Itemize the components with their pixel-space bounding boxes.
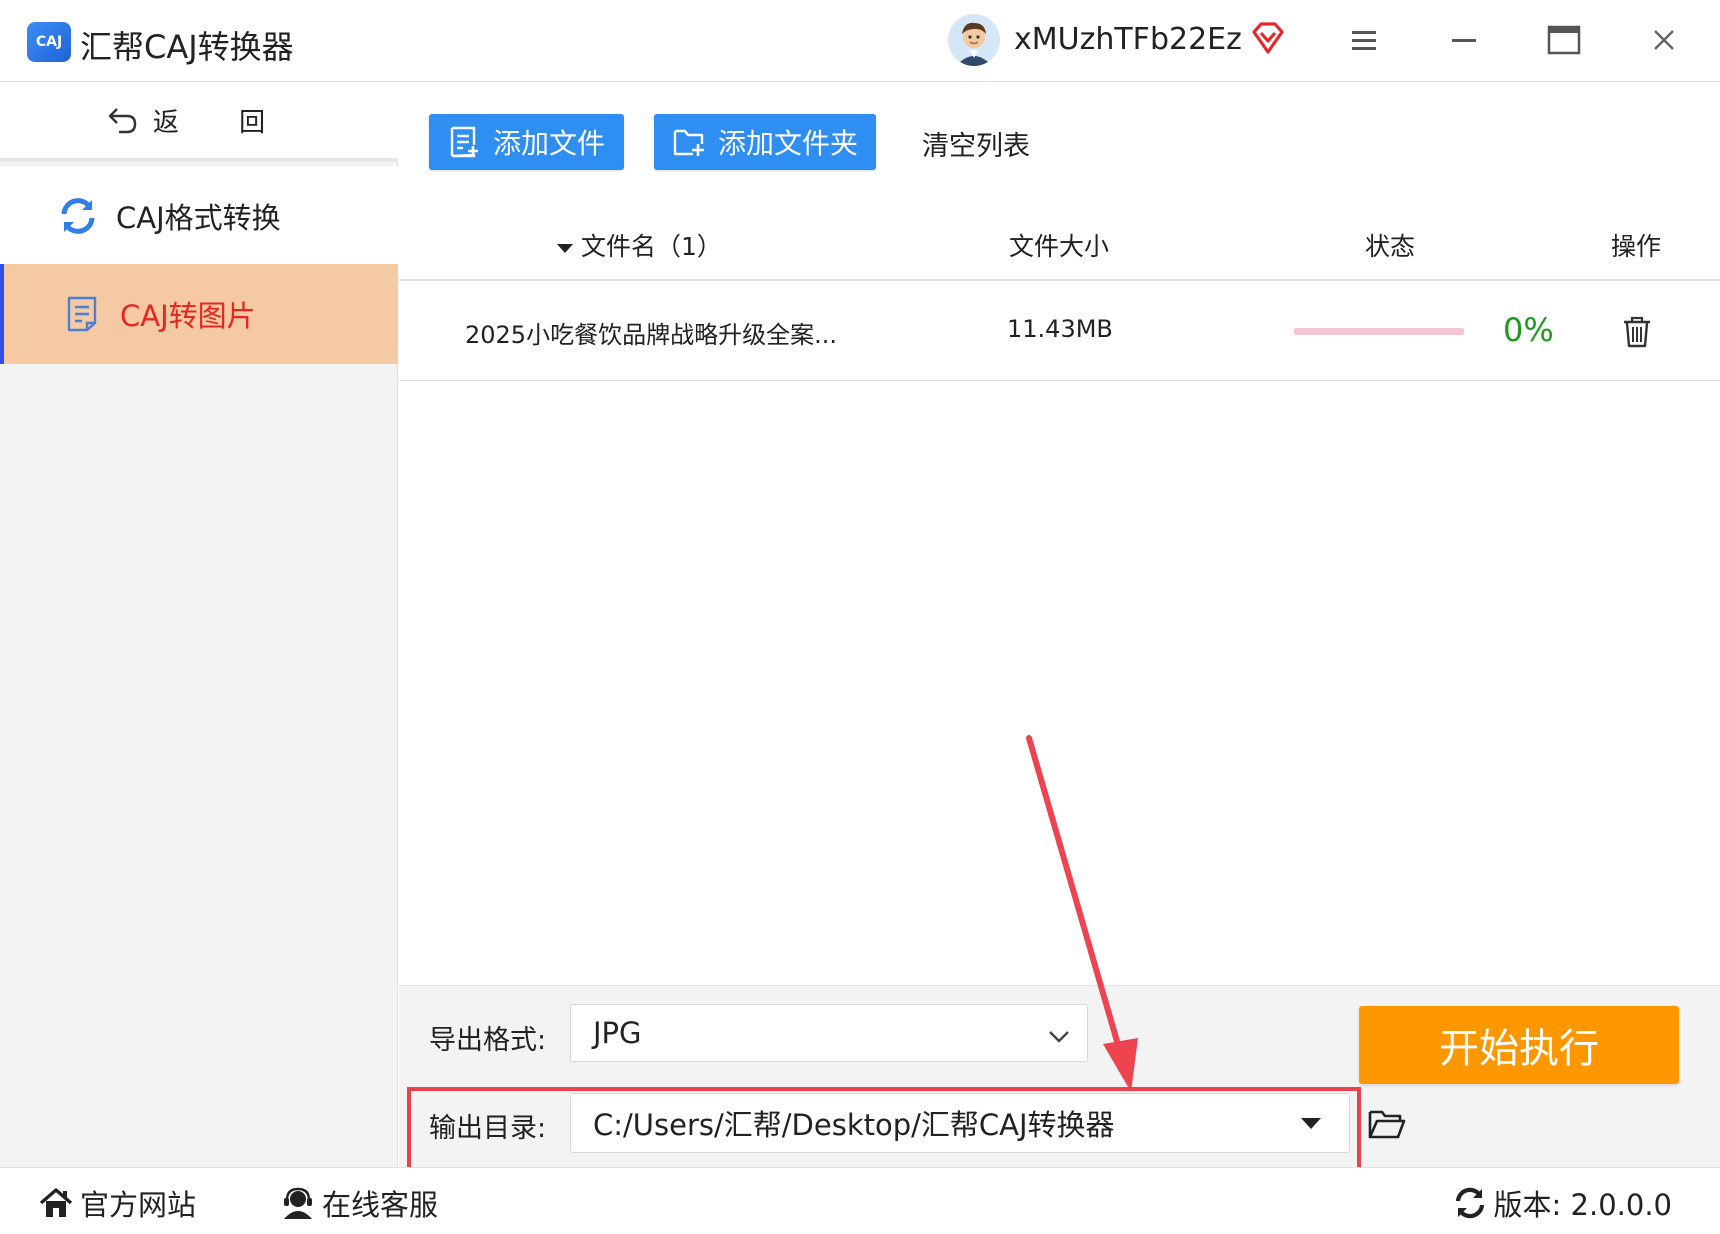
add-folder-button[interactable]: 添加文件夹 bbox=[654, 114, 876, 170]
official-site-label: 官方网站 bbox=[80, 1188, 197, 1222]
username[interactable]: xMUzhTFb22Ez bbox=[1014, 22, 1242, 57]
progress-bar bbox=[1294, 328, 1464, 335]
add-file-label: 添加文件 bbox=[493, 127, 606, 160]
column-header-size: 文件大小 bbox=[1009, 232, 1110, 261]
update-refresh-icon[interactable] bbox=[1452, 1185, 1488, 1221]
back-arrow-icon bbox=[107, 105, 139, 135]
add-file-button[interactable]: 添加文件 bbox=[429, 114, 624, 170]
version-label: 版本: 2.0.0.0 bbox=[1493, 1188, 1672, 1222]
sidebar-item-caj-format[interactable]: CAJ格式转换 bbox=[0, 166, 398, 266]
minimize-icon[interactable] bbox=[1444, 20, 1484, 60]
app-title: 汇帮CAJ转换器 bbox=[80, 28, 294, 66]
online-support-label: 在线客服 bbox=[322, 1188, 439, 1222]
caret-down-icon bbox=[1301, 1118, 1321, 1129]
output-dir-select[interactable]: C:/Users/汇帮/Desktop/汇帮CAJ转换器 bbox=[570, 1093, 1350, 1153]
sort-caret-icon bbox=[557, 243, 573, 253]
refresh-icon bbox=[56, 194, 100, 238]
sidebar: 返 回 CAJ格式转换 CAJ转图片 bbox=[0, 82, 398, 1167]
output-dir-value: C:/Users/汇帮/Desktop/汇帮CAJ转换器 bbox=[593, 1108, 1115, 1142]
title-bar: CAJ 汇帮CAJ转换器 xMUzhTFb22Ez bbox=[0, 0, 1720, 82]
sidebar-item-label: CAJ格式转换 bbox=[116, 201, 281, 235]
start-button[interactable]: 开始执行 bbox=[1359, 1006, 1679, 1084]
open-folder-icon[interactable] bbox=[1367, 1106, 1407, 1142]
column-header-status: 状态 bbox=[1365, 232, 1416, 261]
clear-list-button[interactable]: 清空列表 bbox=[922, 124, 1030, 163]
export-format-value: JPG bbox=[593, 1016, 642, 1050]
sidebar-item-caj-to-image[interactable]: CAJ转图片 bbox=[0, 264, 398, 364]
user-avatar[interactable] bbox=[948, 14, 1000, 66]
back-label: 返 回 bbox=[152, 107, 292, 138]
export-format-select[interactable]: JPG bbox=[570, 1004, 1088, 1062]
online-support-link[interactable]: 在线客服 bbox=[280, 1182, 438, 1224]
add-folder-label: 添加文件夹 bbox=[718, 127, 859, 160]
version-info: 版本: 2.0.0.0 bbox=[1452, 1182, 1672, 1224]
add-folder-icon bbox=[672, 125, 706, 159]
document-icon bbox=[60, 292, 104, 336]
table-header: 文件名（1） 文件大小 状态 操作 bbox=[399, 205, 1720, 281]
export-format-label: 导出格式: bbox=[429, 1025, 547, 1056]
output-dir-label: 输出目录: bbox=[429, 1113, 547, 1144]
home-icon bbox=[38, 1185, 74, 1221]
status-bar: 官方网站 在线客服 版本: 2.0.0.0 bbox=[0, 1167, 1720, 1234]
menu-icon[interactable] bbox=[1344, 20, 1384, 60]
file-size-cell: 11.43MB bbox=[1007, 315, 1113, 343]
headset-support-icon bbox=[280, 1185, 316, 1221]
column-header-action: 操作 bbox=[1611, 232, 1662, 261]
settings-panel: 导出格式: JPG 开始执行 输出目录: C:/Users/汇帮/Desktop… bbox=[399, 985, 1720, 1172]
maximize-icon[interactable] bbox=[1544, 20, 1584, 60]
back-button[interactable]: 返 回 bbox=[0, 82, 398, 162]
close-icon[interactable] bbox=[1644, 20, 1684, 60]
chevron-down-icon bbox=[1047, 1021, 1071, 1045]
sidebar-item-label: CAJ转图片 bbox=[120, 299, 256, 333]
column-header-name[interactable]: 文件名（1） bbox=[557, 227, 722, 263]
trash-icon[interactable] bbox=[1621, 315, 1653, 349]
official-site-link[interactable]: 官方网站 bbox=[38, 1182, 196, 1224]
file-name-cell: 2025小吃餐饮品牌战略升级全案... bbox=[465, 321, 837, 349]
progress-percent: 0% bbox=[1503, 311, 1554, 349]
table-row[interactable]: 2025小吃餐饮品牌战略升级全案... 11.43MB 0% bbox=[399, 283, 1720, 381]
vip-diamond-icon[interactable] bbox=[1250, 20, 1286, 56]
add-file-icon bbox=[447, 125, 481, 159]
app-logo-icon: CAJ bbox=[27, 22, 71, 62]
